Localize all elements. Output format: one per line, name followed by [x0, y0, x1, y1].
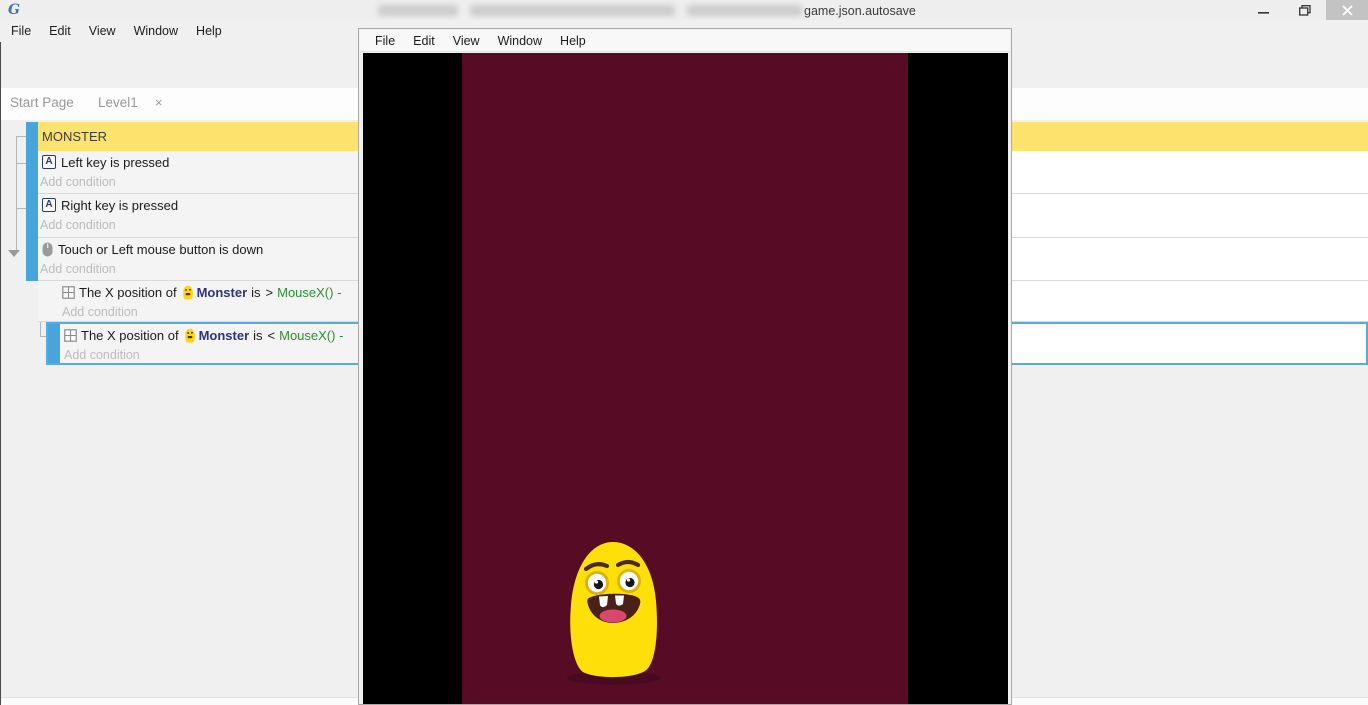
expression: MouseX() - [277, 285, 341, 300]
event-color-bar [26, 238, 38, 281]
window-edge [0, 42, 1, 705]
window-controls [1242, 0, 1368, 20]
event-color-bar [48, 324, 60, 363]
mouse-icon [42, 242, 53, 257]
expression: MouseX() - [279, 328, 343, 343]
event-color-bar [26, 122, 38, 151]
condition-text: The X position of [79, 285, 177, 300]
operator: < [268, 328, 276, 343]
condition-text: Right key is pressed [61, 198, 178, 213]
game-viewport[interactable] [363, 53, 1008, 704]
game-scene [462, 53, 908, 704]
position-icon [64, 329, 77, 342]
tree-line [16, 208, 26, 209]
condition-text: is [251, 285, 260, 300]
tree-line [16, 136, 17, 252]
monster-object-icon [184, 328, 196, 343]
preview-menu-file[interactable]: File [366, 34, 404, 48]
titlebar: G game.json.autosave [0, 0, 1368, 20]
preview-menu-help[interactable]: Help [551, 34, 595, 48]
restore-icon [1299, 5, 1311, 16]
menu-file[interactable]: File [2, 24, 40, 38]
position-icon [62, 286, 75, 299]
collapse-sub-events-icon[interactable] [8, 250, 20, 257]
condition-text: Left key is pressed [61, 155, 169, 170]
keyboard-key-icon: A [42, 155, 56, 169]
menu-view[interactable]: View [80, 24, 125, 38]
redacted-path-blur [378, 5, 458, 16]
monster-character [558, 535, 668, 685]
tree-line [16, 163, 26, 164]
minimize-icon [1258, 5, 1269, 15]
redacted-path-blur [687, 5, 802, 16]
tab-start-page[interactable]: Start Page [10, 88, 74, 118]
preview-window[interactable]: File Edit View Window Help [358, 28, 1012, 705]
window-title-text: game.json.autosave [804, 4, 916, 18]
event-color-bar [26, 151, 38, 194]
keyboard-key-icon: A [42, 198, 56, 212]
gdevelop-logo-icon: G [8, 2, 24, 18]
menu-edit[interactable]: Edit [40, 24, 80, 38]
menu-window[interactable]: Window [125, 24, 187, 38]
monster-object-icon [182, 285, 194, 300]
preview-menu-window[interactable]: Window [489, 34, 551, 48]
object-name: Monster [197, 285, 248, 300]
condition-text: The X position of [81, 328, 179, 343]
screen: { "titlebar": { "title": "game.json.auto… [0, 0, 1368, 705]
condition-text: Touch or Left mouse button is down [58, 242, 263, 257]
condition-text: is [253, 328, 262, 343]
close-button[interactable] [1326, 0, 1368, 20]
window-title: game.json.autosave [378, 3, 916, 18]
tab-level1-close-icon[interactable]: × [155, 88, 163, 118]
preview-menu-view[interactable]: View [444, 34, 489, 48]
menu-help[interactable]: Help [187, 24, 231, 38]
close-icon [1342, 5, 1353, 16]
restore-button[interactable] [1284, 0, 1326, 20]
preview-menu-edit[interactable]: Edit [404, 34, 444, 48]
preview-menubar: File Edit View Window Help [360, 30, 1010, 52]
operator: > [266, 285, 274, 300]
redacted-path-blur [470, 5, 675, 16]
tree-line [16, 136, 26, 137]
minimize-button[interactable] [1242, 0, 1284, 20]
object-name: Monster [199, 328, 250, 343]
event-color-bar [26, 194, 38, 238]
tab-level1[interactable]: Level1 [98, 88, 138, 118]
